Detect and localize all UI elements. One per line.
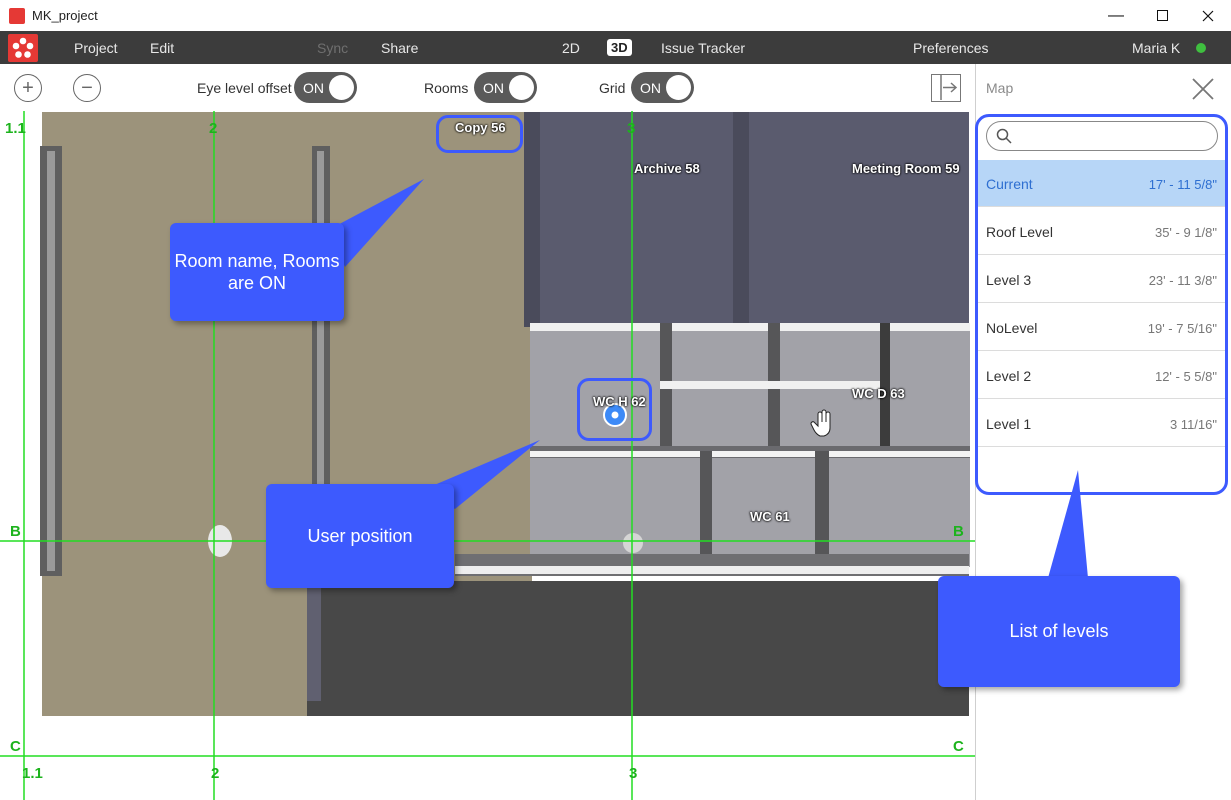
eye-level-state: ON	[303, 80, 324, 96]
close-icon[interactable]	[1188, 74, 1218, 104]
rooms-toggle[interactable]: ON	[474, 72, 537, 103]
grid-label-1-1-bottom: 1.1	[22, 765, 43, 782]
grid-label-3-bottom: 3	[629, 765, 638, 782]
room-label-archive[interactable]: Archive 58	[634, 161, 700, 176]
mode-3d-button[interactable]: 3D	[607, 39, 632, 56]
app-logo-icon[interactable]	[8, 34, 38, 62]
callout-levels: List of levels	[938, 576, 1180, 687]
mode-2d-button[interactable]: 2D	[562, 40, 580, 56]
room-label-wc61[interactable]: WC 61	[750, 509, 790, 524]
grid-state: ON	[640, 80, 661, 96]
3d-scene[interactable]	[0, 111, 975, 800]
close-window-icon[interactable]	[1185, 0, 1231, 31]
menu-share[interactable]: Share	[381, 40, 418, 56]
rooms-label: Rooms	[424, 80, 469, 96]
online-status-indicator	[1196, 43, 1206, 53]
3d-viewport[interactable]: 1.1 2 3 B B C C 1.1 2 3 Copy 56 Archive …	[0, 111, 975, 800]
grid-label-b-left: B	[10, 523, 21, 540]
callout-room-name: Room name, Rooms are ON	[170, 223, 344, 321]
grid-label-c-right: C	[953, 738, 964, 755]
room-label-wch[interactable]: WC H 62	[593, 394, 646, 409]
maximize-icon[interactable]	[1139, 0, 1185, 31]
callout-levels-tail	[1048, 470, 1088, 578]
window-title: MK_project	[32, 8, 98, 23]
menu-sync[interactable]: Sync	[317, 40, 348, 56]
menu-project[interactable]: Project	[74, 40, 118, 56]
eye-level-toggle[interactable]: ON	[294, 72, 357, 103]
minimize-icon[interactable]: —	[1093, 0, 1139, 31]
room-label-copy[interactable]: Copy 56	[455, 120, 506, 135]
zoom-out-icon[interactable]: −	[73, 74, 101, 102]
user-position-highlight	[577, 378, 652, 441]
grid-label-2-bottom: 2	[211, 765, 220, 782]
grid-label-1-1: 1.1	[5, 120, 26, 137]
grid-label: Grid	[599, 80, 626, 96]
menu-preferences[interactable]: Preferences	[913, 40, 988, 56]
app-logo-icon	[9, 8, 25, 24]
callout-user-position: User position	[266, 484, 454, 588]
grid-label-3: 3	[627, 120, 636, 137]
eye-level-label: Eye level offset	[197, 80, 292, 96]
grid-toggle[interactable]: ON	[631, 72, 694, 103]
grid-label-c-left: C	[10, 738, 21, 755]
levels-list-highlight	[975, 114, 1228, 495]
zoom-in-icon[interactable]: +	[14, 74, 42, 102]
user-name[interactable]: Maria K	[1132, 40, 1180, 56]
map-panel-title: Map	[986, 80, 1014, 96]
room-label-meeting[interactable]: Meeting Room 59	[852, 161, 960, 176]
grid-label-b-right: B	[953, 523, 964, 540]
room-label-wcd[interactable]: WC D 63	[852, 386, 905, 401]
menu-issue-tracker[interactable]: Issue Tracker	[661, 40, 745, 56]
menu-edit[interactable]: Edit	[150, 40, 174, 56]
grid-label-2: 2	[209, 120, 218, 137]
panel-toggle-icon[interactable]	[931, 74, 961, 102]
title-bar	[0, 0, 1231, 32]
rooms-state: ON	[483, 80, 504, 96]
